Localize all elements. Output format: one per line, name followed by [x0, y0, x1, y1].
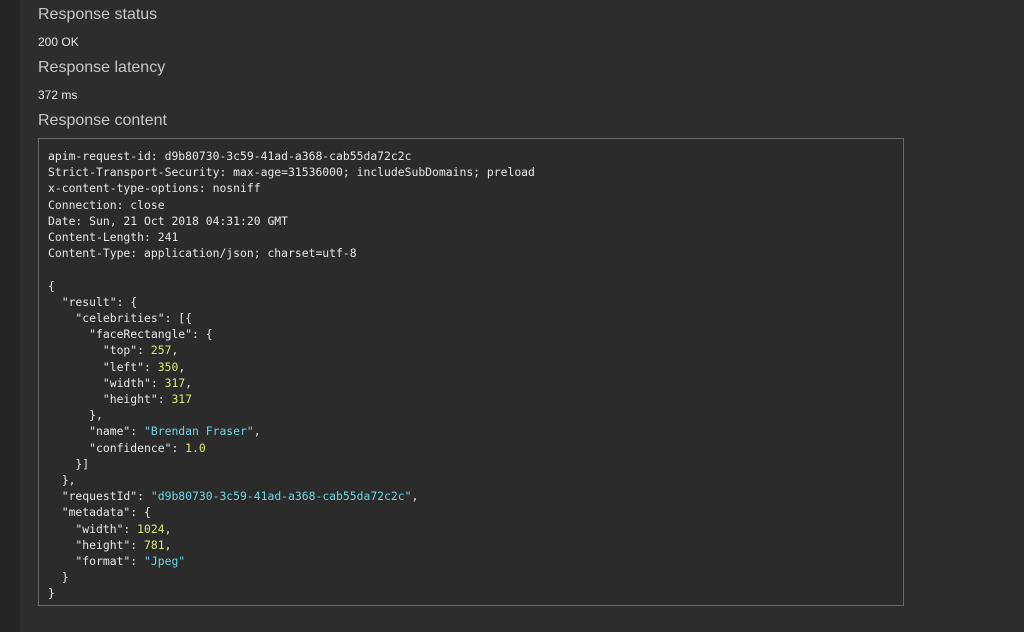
json-number: 1024 [137, 521, 165, 536]
response-status-heading: Response status [38, 6, 158, 23]
header-line: Strict-Transport-Security: max-age=31536… [48, 165, 535, 180]
header-line: Date: Sun, 21 Oct 2018 04:31:20 GMT [48, 213, 289, 228]
header-line: x-content-type-options: nosniff [48, 181, 261, 196]
header-line: Content-Length: 241 [48, 230, 179, 245]
response-latency-heading: Response latency [38, 59, 166, 76]
response-content-box[interactable]: apim-request-id: d9b80730-3c59-41ad-a368… [38, 138, 904, 606]
header-line: apim-request-id: d9b80730-3c59-41ad-a368… [48, 149, 412, 163]
header-line: Content-Type: application/json; charset=… [48, 246, 357, 261]
left-gutter [0, 0, 20, 632]
response-latency-value: 372 ms [38, 88, 78, 102]
json-number: 781 [144, 537, 165, 552]
json-number: 1.0 [185, 440, 206, 455]
json-number: 317 [171, 392, 193, 407]
response-content-heading: Response content [38, 112, 167, 129]
json-string: "Brendan Fraser" [144, 424, 254, 439]
response-content-code: apim-request-id: d9b80730-3c59-41ad-a368… [48, 149, 535, 601]
json-number: 257 [150, 343, 172, 358]
json-number: 350 [157, 359, 179, 374]
header-line: Connection: close [48, 197, 165, 212]
json-string: "d9b80730-3c59-41ad-a368-cab55da72c2c" [150, 489, 412, 504]
response-status-value: 200 OK [38, 35, 79, 49]
json-number: 317 [164, 375, 186, 390]
json-string: "Jpeg" [144, 554, 186, 569]
